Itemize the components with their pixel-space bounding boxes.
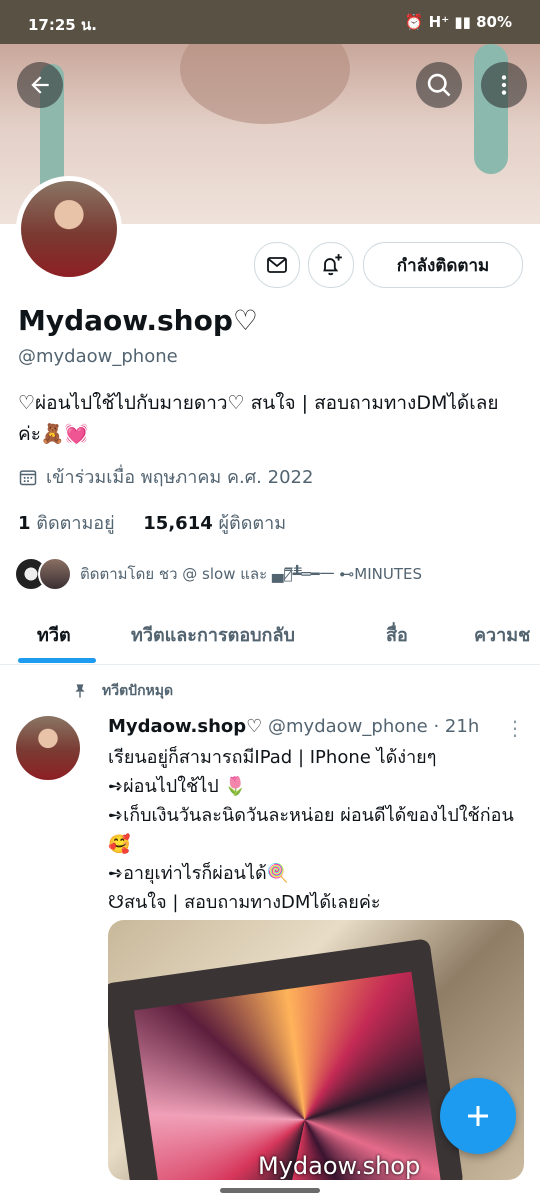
profile-name: Mydaow.shop♡: [18, 304, 258, 337]
following-count: 1: [18, 513, 31, 534]
plus-icon: [468, 1106, 488, 1126]
tweet-author-handle: @mydaow_phone: [268, 716, 428, 737]
tweet-more-icon[interactable]: ⋮: [505, 716, 525, 740]
tweet-text: เรียนอยู่ก็สามารถมีIPad | IPhone ได้ง่าย…: [108, 747, 514, 913]
pinned-text: ทวีตปักหมุด: [102, 683, 174, 699]
joined-text: เข้าร่วมเมื่อ พฤษภาคม ค.ศ. 2022: [46, 467, 314, 488]
message-button[interactable]: [254, 242, 300, 288]
follow-counts: 1 ติดตามอยู่ 15,614 ผู้ติดตาม: [18, 508, 286, 537]
status-time: 17:25 น.: [28, 16, 97, 34]
active-tab-indicator: [18, 658, 96, 663]
following-link[interactable]: 1 ติดตามอยู่: [18, 513, 115, 534]
more-vertical-icon: [501, 75, 507, 95]
back-arrow-icon: [31, 76, 49, 94]
status-indicators: ⏰ H⁺ ▮▮ 80%: [404, 13, 512, 31]
joined-date: เข้าร่วมเมื่อ พฤษภาคม ค.ศ. 2022: [18, 462, 313, 491]
profile-tabs: ทวีต ทวีตและการตอบกลับ สื่อ ความช: [0, 600, 540, 665]
tweet-author-avatar[interactable]: [16, 716, 80, 780]
search-button[interactable]: [416, 62, 462, 108]
media-watermark: Mydaow.shop: [258, 1152, 421, 1180]
profile-avatar[interactable]: [16, 176, 122, 282]
tweet-author-name[interactable]: Mydaow.shop♡: [108, 716, 262, 737]
followed-by-text: ติดตามโดย ชว @ slow และ ▄︻̷̿┻̿═━一 ⊷MINUT…: [80, 565, 423, 583]
tab-likes[interactable]: ความช: [474, 620, 530, 649]
tweet-time: · 21h: [433, 716, 480, 737]
tweet-header: Mydaow.shop♡ @mydaow_phone · 21h: [108, 716, 479, 737]
followers-count: 15,614: [143, 513, 213, 534]
following-button[interactable]: กำลังติดตาม: [363, 242, 523, 288]
back-button[interactable]: [17, 62, 63, 108]
notify-button[interactable]: [308, 242, 354, 288]
followed-by[interactable]: ติดตามโดย ชว @ slow และ ▄︻̷̿┻̿═━一 ⊷MINUT…: [14, 556, 422, 592]
more-options-button[interactable]: [481, 62, 527, 108]
pinned-label: ทวีตปักหมุด: [72, 680, 173, 702]
pin-icon: [75, 684, 85, 698]
mail-icon: [267, 257, 287, 273]
tab-tweets[interactable]: ทวีต: [37, 620, 71, 649]
search-icon: [427, 73, 451, 97]
tab-tweets-replies[interactable]: ทวีตและการตอบกลับ: [131, 620, 295, 649]
profile-handle: @mydaow_phone: [18, 346, 178, 367]
bell-plus-icon: [323, 254, 342, 276]
tab-media[interactable]: สื่อ: [386, 620, 408, 649]
gesture-nav-bar[interactable]: [220, 1188, 320, 1193]
profile-bio: ♡ผ่อนไปใช้ไปกับมายดาว♡ สนใจ | สอบถามทางD…: [18, 392, 499, 445]
calendar-icon: [19, 469, 37, 485]
status-bar: 17:25 น. ⏰ H⁺ ▮▮ 80%: [0, 0, 540, 44]
following-label: ติดตามอยู่: [36, 513, 115, 534]
followers-link[interactable]: 15,614 ผู้ติดตาม: [143, 513, 286, 534]
compose-tweet-button[interactable]: [440, 1078, 516, 1154]
followers-label: ผู้ติดตาม: [218, 513, 287, 534]
follower-avatar: [38, 557, 72, 591]
